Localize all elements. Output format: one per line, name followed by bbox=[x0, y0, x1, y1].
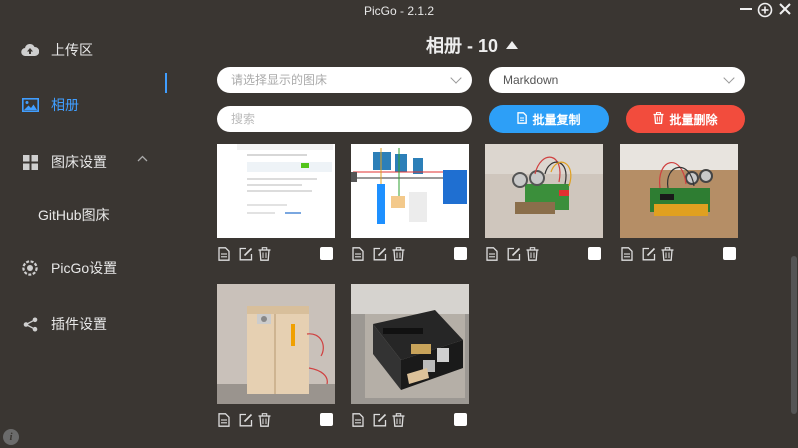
image-thumbnail[interactable] bbox=[217, 144, 335, 238]
copy-link-icon[interactable] bbox=[218, 247, 232, 261]
chevron-up-icon[interactable] bbox=[137, 153, 148, 165]
image-card bbox=[217, 144, 335, 261]
batch-copy-button[interactable]: 批量复制 bbox=[489, 105, 609, 133]
edit-icon[interactable] bbox=[642, 247, 656, 261]
batch-delete-label: 批量删除 bbox=[669, 112, 718, 127]
bed-select[interactable]: 请选择显示的图床 bbox=[217, 67, 472, 93]
copy-link-icon[interactable] bbox=[352, 413, 366, 427]
select-checkbox[interactable] bbox=[320, 413, 333, 426]
copy-link-icon[interactable] bbox=[486, 247, 500, 261]
close-icon[interactable] bbox=[776, 2, 794, 20]
bed-select-placeholder: 请选择显示的图床 bbox=[231, 73, 328, 87]
sidebar-item-label: PicGo设置 bbox=[51, 260, 118, 276]
image-card bbox=[485, 144, 603, 261]
select-checkbox[interactable] bbox=[454, 413, 467, 426]
page-title[interactable]: 相册 - 10 bbox=[426, 32, 519, 58]
image-grid bbox=[217, 144, 757, 448]
active-indicator bbox=[165, 73, 167, 93]
sidebar-item-label: 图床设置 bbox=[51, 154, 107, 170]
delete-icon[interactable] bbox=[661, 247, 675, 261]
scrollbar[interactable] bbox=[791, 256, 797, 414]
batch-delete-button[interactable]: 批量删除 bbox=[626, 105, 745, 133]
image-thumbnail[interactable] bbox=[351, 144, 469, 238]
image-thumbnail[interactable] bbox=[485, 144, 603, 238]
cloud-upload-icon bbox=[21, 41, 39, 59]
edit-icon[interactable] bbox=[239, 247, 253, 261]
search-input[interactable]: 搜索 bbox=[217, 106, 472, 132]
delete-icon[interactable] bbox=[526, 247, 540, 261]
sidebar-item-label: 相册 bbox=[51, 97, 79, 113]
sidebar-item-label: 上传区 bbox=[51, 42, 93, 58]
copy-link-icon[interactable] bbox=[621, 247, 635, 261]
select-checkbox[interactable] bbox=[723, 247, 736, 260]
delete-icon[interactable] bbox=[258, 247, 272, 261]
copy-link-icon[interactable] bbox=[218, 413, 232, 427]
image-card bbox=[351, 144, 469, 261]
sidebar-item-picgo-settings[interactable]: PicGo设置 bbox=[0, 248, 190, 288]
select-checkbox[interactable] bbox=[588, 247, 601, 260]
image-card bbox=[351, 284, 469, 427]
image-thumbnail[interactable] bbox=[620, 144, 738, 238]
format-select-value: Markdown bbox=[503, 73, 559, 87]
select-checkbox[interactable] bbox=[320, 247, 333, 260]
sidebar-item-gallery[interactable]: 相册 bbox=[0, 85, 190, 125]
settings-icon bbox=[21, 259, 39, 277]
edit-icon[interactable] bbox=[373, 247, 387, 261]
image-card bbox=[217, 284, 335, 427]
delete-icon[interactable] bbox=[258, 413, 272, 427]
edit-icon[interactable] bbox=[507, 247, 521, 261]
maximize-icon[interactable] bbox=[756, 2, 774, 20]
sidebar-item-bed-settings[interactable]: 图床设置 bbox=[0, 142, 190, 182]
edit-icon[interactable] bbox=[239, 413, 253, 427]
sidebar-item-plugin-settings[interactable]: 插件设置 bbox=[0, 304, 190, 344]
share-icon bbox=[21, 315, 39, 333]
edit-icon[interactable] bbox=[373, 413, 387, 427]
info-icon[interactable]: i bbox=[3, 429, 19, 445]
sidebar-item-upload[interactable]: 上传区 bbox=[0, 30, 190, 70]
copy-link-icon[interactable] bbox=[352, 247, 366, 261]
search-placeholder: 搜索 bbox=[231, 112, 256, 126]
sort-up-icon[interactable] bbox=[506, 41, 519, 50]
trash-icon bbox=[653, 111, 664, 127]
window-title: PicGo - 2.1.2 bbox=[363, 4, 435, 18]
sidebar-item-github[interactable]: GitHub图床 bbox=[38, 205, 110, 225]
chevron-down-icon bbox=[450, 72, 462, 84]
page-title-text: 相册 - 10 bbox=[426, 36, 499, 56]
image-card bbox=[620, 144, 738, 261]
grid-icon bbox=[21, 153, 39, 171]
format-select[interactable]: Markdown bbox=[489, 67, 745, 93]
batch-copy-label: 批量复制 bbox=[532, 112, 581, 127]
document-icon bbox=[517, 111, 528, 127]
image-thumbnail[interactable] bbox=[351, 284, 469, 404]
sidebar-item-label: 插件设置 bbox=[51, 316, 107, 332]
image-icon bbox=[21, 96, 39, 114]
delete-icon[interactable] bbox=[392, 247, 406, 261]
delete-icon[interactable] bbox=[392, 413, 406, 427]
chevron-down-icon bbox=[723, 72, 735, 84]
image-thumbnail[interactable] bbox=[217, 284, 335, 404]
select-checkbox[interactable] bbox=[454, 247, 467, 260]
minimize-icon[interactable] bbox=[737, 2, 755, 20]
